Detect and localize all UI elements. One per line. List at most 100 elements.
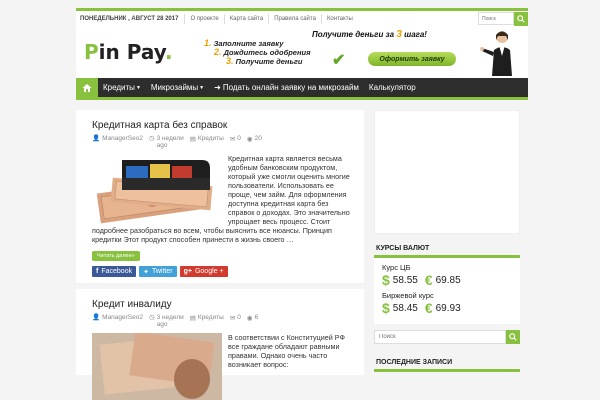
post-author-name: ManagerSeo2: [102, 135, 143, 142]
clock-icon: ◷: [148, 135, 155, 142]
search-icon: [517, 14, 525, 23]
top-link-rules[interactable]: Правила сайта: [269, 16, 321, 22]
post-date: ◷ 3 недели ago: [149, 314, 184, 328]
share-twitter-button[interactable]: ✦ Twitter: [139, 266, 177, 277]
banner-steps: 1. Заполните заявку 2. Дождитесь одобрен…: [204, 38, 311, 67]
logo-dot: .: [164, 40, 173, 64]
facebook-icon: f: [96, 268, 99, 275]
home-icon: [82, 83, 92, 92]
user-icon: 👤: [92, 314, 101, 321]
user-icon: 👤: [92, 135, 101, 142]
post-body: Кредитная карта является весьма удобным …: [92, 154, 354, 244]
post-excerpt: В соответствии с Конституцией РФ все гра…: [228, 333, 345, 369]
share-twitter-label: Twitter: [151, 268, 173, 275]
euro-icon: €: [424, 300, 433, 316]
post-comments-count: 0: [237, 135, 241, 142]
ex-usd-value: 58.45: [392, 302, 418, 314]
top-search-input[interactable]: [478, 12, 514, 25]
post-list: Кредитная карта без справок 👤 ManagerSeo2…: [76, 110, 364, 400]
share-facebook-label: Facebook: [101, 268, 133, 275]
post-meta: 👤 ManagerSeo2 ◷ 3 недели ago ▤ Кредиты ✉ 0 ◉ 2…: [92, 135, 354, 149]
post-title[interactable]: Кредитная карта без справок: [92, 120, 354, 131]
top-link-about[interactable]: О проекте: [185, 16, 223, 22]
post-body: В соответствии с Конституцией РФ все гра…: [92, 333, 354, 400]
post-comments[interactable]: ✉ 0: [230, 135, 241, 149]
cb-eur-value: 69.85: [435, 274, 461, 286]
post-title[interactable]: Кредит инвалиду: [92, 299, 354, 310]
site-logo[interactable]: Pin Pay.: [84, 40, 173, 64]
post-date-suffix: ago: [156, 321, 168, 328]
post-views: ◉ 6: [247, 314, 258, 328]
rates-body: Курс ЦБ $ 58.55 € 69.85 Биржевой курс $ …: [374, 258, 520, 324]
latest-posts-title: Последние записи: [374, 354, 520, 372]
post-comments-count: 0: [237, 314, 241, 321]
top-link-contacts[interactable]: Контакты: [322, 16, 358, 22]
share-google-button[interactable]: g+ Google +: [179, 266, 228, 277]
euro-icon: €: [424, 272, 433, 288]
banner-headline: Получите деньги за 3 шага!: [312, 29, 427, 40]
exchange-rate-row: $ 58.45 € 69.93: [382, 300, 512, 316]
post-thumbnail[interactable]: [92, 333, 222, 400]
checkmark-icon: ✔: [332, 52, 346, 69]
nav-item-microloans[interactable]: Микрозаймы ▼: [146, 78, 209, 97]
caret-down-icon: ▼: [199, 84, 205, 91]
current-date: Понедельник , Август 28 2017: [80, 15, 179, 22]
read-more-button[interactable]: Читать далее»: [92, 251, 140, 261]
post-category-name: Кредиты: [197, 314, 224, 321]
top-link-sitemap[interactable]: Карта сайта: [225, 16, 268, 22]
step-text: Дождитесь одобрения: [223, 48, 311, 57]
sidebar-search-input[interactable]: [374, 330, 506, 344]
dollar-icon: $: [382, 272, 390, 288]
nav-item-calculator[interactable]: Калькулятор: [364, 78, 421, 97]
promo-banner[interactable]: Получите деньги за 3 шага! 1. Заполните …: [204, 28, 524, 76]
sidebar-search-button[interactable]: [506, 330, 520, 344]
exchange-rate-label: Биржевой курс: [382, 291, 434, 300]
post-views-count: 20: [254, 135, 262, 142]
post-thumbnail[interactable]: [92, 154, 222, 224]
eye-icon: ◉: [246, 315, 253, 322]
folder-icon: ▤: [189, 136, 196, 143]
step-number: 3.: [226, 56, 234, 66]
post-author[interactable]: 👤 ManagerSeo2: [92, 135, 143, 149]
post-date: ◷ 3 недели ago: [149, 135, 184, 149]
search-icon: [509, 333, 517, 341]
share-bar: f Facebook ✦ Twitter g+ Google +: [92, 266, 354, 277]
apply-button[interactable]: Оформить заявку: [368, 52, 456, 66]
ad-widget: [374, 110, 520, 234]
latest-posts-widget: Последние записи: [374, 354, 520, 372]
step-number: 1.: [204, 38, 212, 48]
comment-icon: ✉: [229, 136, 236, 143]
woman-illustration: [480, 31, 512, 76]
home-button[interactable]: [76, 76, 98, 99]
share-facebook-button[interactable]: f Facebook: [92, 266, 137, 277]
eye-icon: ◉: [246, 136, 253, 143]
post-author[interactable]: 👤 ManagerSeo2: [92, 314, 143, 328]
rates-widget: Курсы валют Курс ЦБ $ 58.55 € 69.85 Бирж…: [374, 240, 520, 324]
post-category-name: Кредиты: [197, 135, 224, 142]
post-date-suffix: ago: [156, 142, 168, 149]
top-search: [478, 11, 528, 26]
google-plus-icon: g+: [183, 268, 192, 275]
post-author-name: ManagerSeo2: [102, 314, 143, 321]
post-card: Кредит инвалиду 👤 ManagerSeo2 ◷ 3 недели ag…: [76, 289, 364, 400]
read-more-wrap: Читать далее»: [92, 244, 354, 262]
cb-usd-value: 58.55: [392, 274, 418, 286]
sidebar: Курсы валют Курс ЦБ $ 58.55 € 69.85 Бирж…: [374, 110, 520, 400]
nav-item-apply-online[interactable]: ➜ Подать онлайн заявку на микрозайм: [209, 78, 364, 97]
rates-widget-title: Курсы валют: [374, 240, 520, 258]
banner-headline-num: 3: [396, 29, 402, 40]
post-views: ◉ 20: [247, 135, 262, 149]
clock-icon: ◷: [148, 314, 155, 321]
main-nav: Кредиты ▼ Микрозаймы ▼ ➜ Подать онлайн заяв…: [76, 76, 528, 100]
nav-item-label: Подать онлайн заявку на микрозайм: [222, 83, 359, 92]
post-comments[interactable]: ✉ 0: [230, 314, 241, 328]
nav-item-label: Кредиты: [103, 83, 135, 92]
post-card: Кредитная карта без справок 👤 ManagerSeo2…: [76, 110, 364, 283]
search-button[interactable]: [514, 11, 528, 26]
site-header: Pin Pay. Получите деньги за 3 шага! 1. З…: [76, 26, 528, 78]
nav-item-credits[interactable]: Кредиты ▼: [98, 78, 146, 97]
dollar-icon: $: [382, 300, 390, 316]
post-category[interactable]: ▤ Кредиты: [190, 314, 224, 328]
banner-step: 2. Дождитесь одобрения: [204, 48, 311, 58]
post-category[interactable]: ▤ Кредиты: [190, 135, 224, 149]
